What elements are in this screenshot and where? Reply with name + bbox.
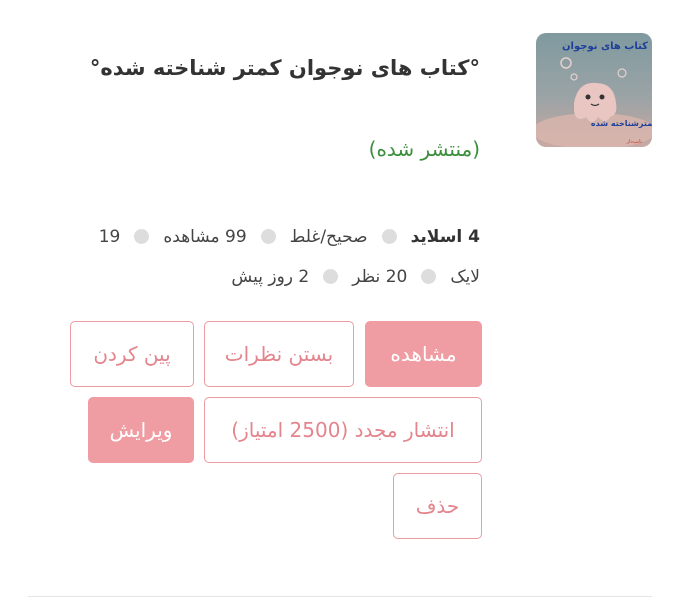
view-button[interactable]: مشاهده <box>365 321 482 387</box>
separator-dot-icon <box>260 229 276 244</box>
comments-count: 20 نظر <box>352 267 408 287</box>
time-ago: 2 روز پیش <box>231 267 310 287</box>
likes-label: لایک <box>450 267 480 287</box>
stats-line-1: 4 اسلاید صحیح/غلط 99 مشاهده 19 <box>20 217 480 257</box>
likes-count: 19 <box>98 227 121 247</box>
separator-dot-icon <box>323 269 339 284</box>
thumbnail-title-text: کتاب های نوجوان <box>562 41 648 52</box>
pin-button[interactable]: پین کردن <box>70 321 194 387</box>
quiz-stats: 4 اسلاید صحیح/غلط 99 مشاهده 19 لایک 20 نظر 2 … <box>20 217 480 297</box>
thumbnail-brand-text: تایپ‌دار <box>626 139 643 145</box>
slides-count: 4 اسلاید <box>410 227 480 247</box>
thumbnail-subtitle-text: کمترشناخته شده <box>591 119 652 128</box>
views-count: 99 مشاهده <box>163 227 247 247</box>
stats-line-2: لایک 20 نظر 2 روز پیش <box>20 257 480 297</box>
quiz-type: صحیح/غلط <box>289 227 368 247</box>
thumbnail-image: کتاب های نوجوان کمترشناخته شده تایپ‌دار <box>536 33 652 147</box>
republish-button[interactable]: انتشار مجدد (2500 امتیاز) <box>204 397 482 463</box>
quiz-title[interactable]: °کتاب های نوجوان کمتر شناخته شده° <box>60 56 480 80</box>
delete-button[interactable]: حذف <box>393 473 482 539</box>
quiz-thumbnail[interactable]: کتاب های نوجوان کمترشناخته شده تایپ‌دار <box>536 33 652 147</box>
close-comments-button[interactable]: بستن نظرات <box>204 321 354 387</box>
publish-status: (منتشر شده) <box>368 137 480 161</box>
separator-dot-icon <box>134 229 150 244</box>
divider <box>28 596 652 597</box>
edit-button[interactable]: ویرایش <box>88 397 194 463</box>
separator-dot-icon <box>421 269 437 284</box>
separator-dot-icon <box>381 229 397 244</box>
